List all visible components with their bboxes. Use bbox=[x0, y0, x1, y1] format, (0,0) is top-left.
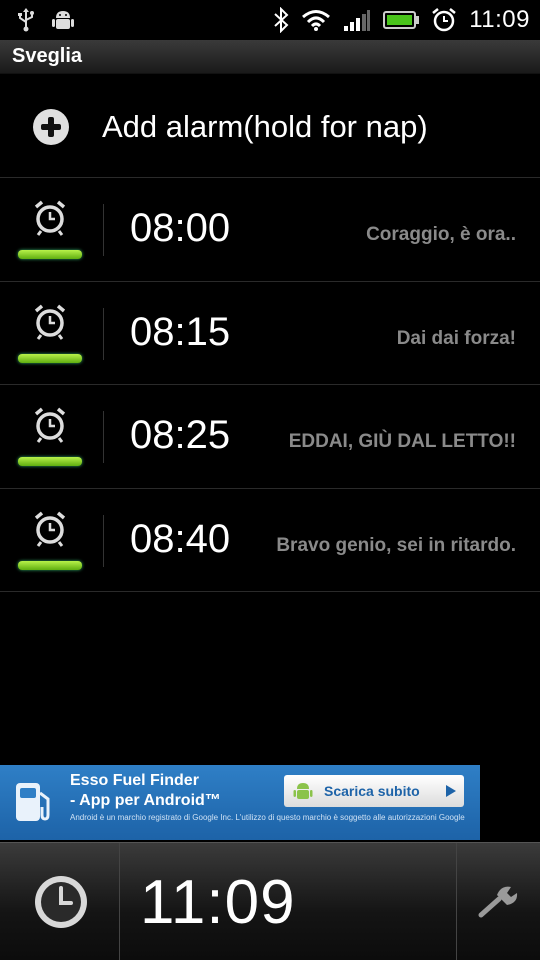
clock-icon bbox=[35, 876, 87, 928]
add-alarm-button[interactable]: Add alarm(hold for nap) bbox=[0, 76, 540, 178]
alarm-label: Dai dai forza! bbox=[396, 327, 516, 349]
clock-button[interactable] bbox=[0, 843, 120, 960]
alarm-label: Coraggio, è ora.. bbox=[366, 224, 516, 245]
alarm-time: 08:40 bbox=[130, 516, 231, 561]
play-arrow-icon bbox=[446, 785, 456, 797]
alarm-label: Bravo genio, sei in ritardo. bbox=[276, 534, 516, 556]
alarm-row[interactable]: 08:40 Bravo genio, sei in ritardo. bbox=[0, 489, 540, 592]
alarm-clock-icon bbox=[34, 200, 66, 236]
alarm-time: 08:00 bbox=[130, 206, 231, 250]
alarm-clock-icon bbox=[34, 407, 66, 443]
alarm-enabled-indicator bbox=[18, 457, 82, 466]
alarm-icon bbox=[432, 8, 456, 32]
signal-icon bbox=[344, 10, 371, 31]
ad-button-label: Scarica subito bbox=[324, 783, 420, 799]
app-title-bar: Sveglia bbox=[0, 40, 540, 74]
ad-title: Esso Fuel Finder bbox=[70, 772, 199, 789]
alarm-toggle[interactable] bbox=[18, 511, 82, 573]
ad-download-button[interactable]: Scarica subito bbox=[284, 775, 464, 807]
alarm-list: 08:00 Coraggio, è ora.. 08:15 Dai dai fo… bbox=[0, 178, 540, 592]
current-time: 11:09 bbox=[140, 868, 296, 937]
page-title: Sveglia bbox=[12, 45, 83, 67]
alarm-clock-icon bbox=[34, 511, 66, 547]
fuel-pump-icon bbox=[16, 783, 50, 821]
alarm-row[interactable]: 08:00 Coraggio, è ora.. bbox=[0, 178, 540, 282]
plus-circle-icon bbox=[33, 108, 69, 145]
alarm-enabled-indicator bbox=[18, 560, 82, 570]
alarm-time: 08:15 bbox=[130, 309, 231, 354]
ad-banner[interactable]: Esso Fuel Finder - App per Android™ Andr… bbox=[0, 765, 480, 840]
divider bbox=[103, 514, 104, 567]
wrench-icon bbox=[478, 886, 518, 918]
bluetooth-icon bbox=[274, 7, 289, 33]
alarm-clock-icon bbox=[34, 304, 66, 340]
alarm-row[interactable]: 08:15 Dai dai forza! bbox=[0, 282, 540, 385]
battery-icon bbox=[383, 11, 420, 29]
alarm-enabled-indicator bbox=[18, 353, 82, 363]
divider bbox=[103, 307, 104, 360]
divider bbox=[103, 411, 104, 463]
alarm-enabled-indicator bbox=[18, 250, 82, 259]
add-alarm-label: Add alarm(hold for nap) bbox=[102, 108, 428, 144]
alarm-label: EDDAI, GIÙ DAL LETTO!! bbox=[288, 431, 516, 452]
alarm-toggle[interactable] bbox=[18, 407, 82, 469]
status-time: 11:09 bbox=[469, 6, 530, 33]
divider bbox=[103, 204, 104, 256]
alarm-time: 08:25 bbox=[130, 413, 231, 457]
usb-icon bbox=[18, 8, 34, 32]
android-icon bbox=[293, 783, 313, 799]
ad-fine-print: Android è un marchio registrato di Googl… bbox=[70, 813, 465, 822]
bottom-bar: 11:09 bbox=[0, 842, 540, 960]
status-bar: 11:09 bbox=[0, 0, 540, 40]
wifi-icon bbox=[302, 10, 331, 31]
alarm-toggle[interactable] bbox=[18, 304, 82, 366]
ad-subtitle: - App per Android™ bbox=[70, 792, 221, 809]
settings-button[interactable] bbox=[456, 843, 540, 960]
android-debug-icon bbox=[52, 11, 74, 29]
alarm-toggle[interactable] bbox=[18, 200, 82, 262]
alarm-row[interactable]: 08:25 EDDAI, GIÙ DAL LETTO!! bbox=[0, 385, 540, 489]
